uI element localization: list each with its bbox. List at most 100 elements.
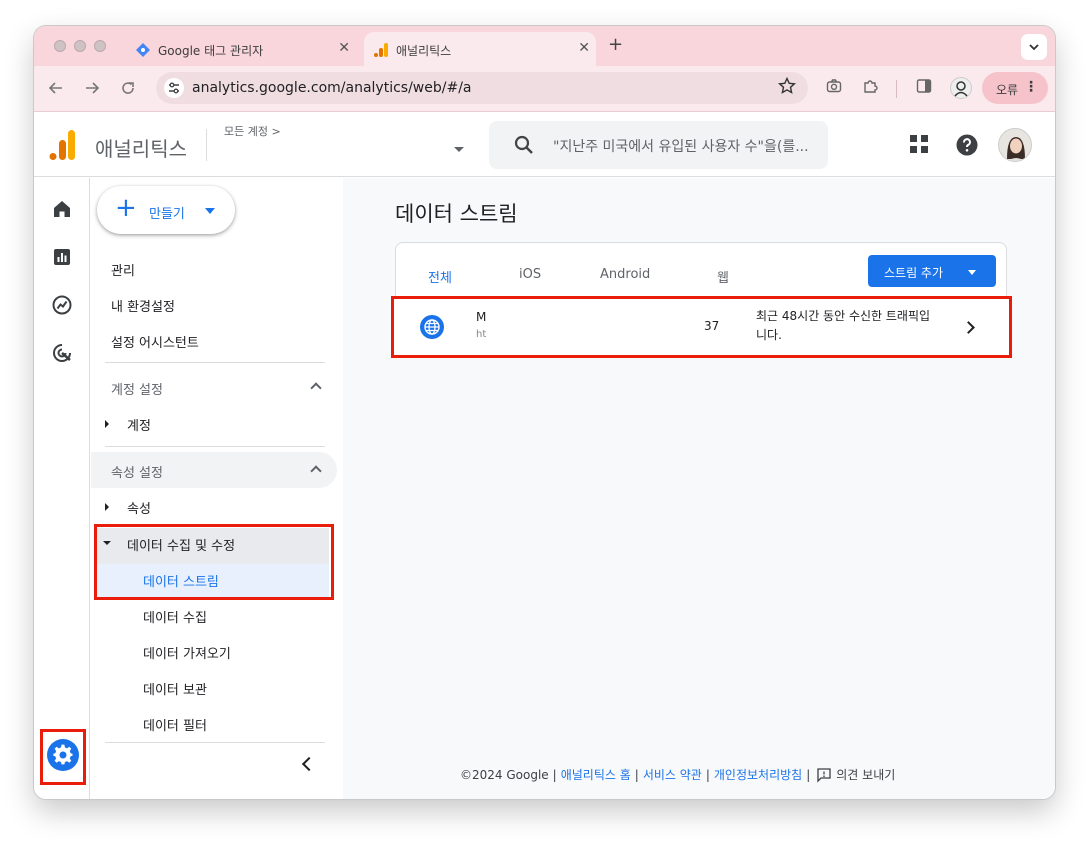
main-content: 데이터 스트림 전체 iOS Android 웹 스트림 추가 M ht 37 … [343,178,1055,799]
stream-status: 최근 48시간 동안 수신한 트래픽입니다. [756,309,931,342]
stream-row[interactable]: M ht 37 최근 48시간 동안 수신한 트래픽입니다. [391,296,1012,358]
nav-admin[interactable]: 관리 [111,260,135,279]
admin-navigation: + 만들기 관리 내 환경설정 설정 어시스턴트 계정 설정 계정 속성 설정 … [91,178,343,799]
address-bar[interactable]: analytics.google.com/analytics/web/#/a [156,72,808,104]
close-tab-icon[interactable]: ✕ [578,40,590,56]
tab-android[interactable]: Android [600,267,650,282]
error-label: 오류 [996,83,1019,97]
plus-icon: + [115,193,137,223]
page-footer: ©2024 Google | 애널리틱스 홈 | 서비스 약관 | 개인정보처리… [460,766,896,783]
nav-setup-assistant[interactable]: 설정 어시스턴트 [111,332,199,351]
nav-data-import[interactable]: 데이터 가져오기 [143,643,231,662]
tab-ios[interactable]: iOS [519,267,541,282]
web-globe-icon [420,315,444,339]
url-text: analytics.google.com/analytics/web/#/a [192,80,472,96]
error-button[interactable]: 오류 ⋮ [982,72,1048,104]
toolbar-divider [896,80,897,98]
ga-header: 애널리틱스 모든 계정 > "지난주 미국에서 유입된 사용자 수"을(를... [34,113,1055,177]
camera-icon[interactable] [826,78,842,94]
tab-all[interactable]: 전체 [428,267,452,286]
search-icon [514,135,533,154]
minimize-window-button[interactable] [74,40,86,52]
left-rail [34,178,90,799]
search-placeholder: "지난주 미국에서 유입된 사용자 수"을(를... [553,139,809,155]
account-breadcrumb[interactable]: 모든 계정 > [224,123,281,139]
expand-arrow-icon[interactable] [105,420,109,428]
advertising-icon[interactable] [51,342,73,364]
side-panel-icon[interactable] [916,78,932,94]
gear-icon [53,744,73,765]
nav-divider [105,446,325,447]
collapse-nav-chevron-icon[interactable] [301,756,317,772]
reload-icon[interactable] [120,80,136,96]
zoom-window-button[interactable] [94,40,106,52]
filter-tabs: 전체 iOS Android 웹 스트림 추가 [396,243,1006,299]
nav-divider [105,362,325,363]
close-tab-icon[interactable]: ✕ [338,40,350,56]
account-dropdown-icon[interactable] [454,147,464,152]
tab-strip: Google 태그 관리자 ✕ 애널리틱스 ✕ + [34,26,1055,66]
reports-icon[interactable] [51,246,73,268]
add-stream-label: 스트림 추가 [884,266,944,280]
footer-link-terms[interactable]: 서비스 약관 [643,766,702,783]
nav-data-retention[interactable]: 데이터 보관 [143,679,207,698]
apps-grid-icon[interactable] [908,133,930,155]
create-button[interactable]: + 만들기 [97,186,235,234]
site-info-icon[interactable] [164,78,184,98]
nav-data-filters[interactable]: 데이터 필터 [143,715,207,734]
browser-window: Google 태그 관리자 ✕ 애널리틱스 ✕ + analytics.goog… [34,26,1055,799]
section-property-settings[interactable]: 속성 설정 [111,462,163,481]
feedback-icon[interactable] [816,767,832,783]
chevron-down-icon [1029,44,1039,51]
create-label: 만들기 [149,207,185,222]
nav-highlight-box [94,524,334,600]
nav-account[interactable]: 계정 [127,415,151,434]
admin-button[interactable] [47,739,79,771]
explore-icon[interactable] [51,294,73,316]
stream-url: ht [476,329,487,340]
tab-analytics[interactable]: 애널리틱스 ✕ [364,32,596,66]
new-tab-button[interactable]: + [608,34,623,55]
footer-feedback[interactable]: 의견 보내기 [836,766,895,783]
expand-arrow-icon[interactable] [105,503,109,511]
forward-icon[interactable] [84,80,100,96]
stream-name: M [476,310,487,324]
tag-manager-icon [136,43,150,57]
browser-toolbar: analytics.google.com/analytics/web/#/a 오… [34,66,1055,112]
analytics-icon [374,43,388,57]
tab-title: 애널리틱스 [396,44,452,58]
product-name[interactable]: 애널리틱스 [95,133,187,162]
nav-divider [105,742,325,743]
search-input[interactable]: "지난주 미국에서 유입된 사용자 수"을(를... [489,121,828,169]
extensions-icon[interactable] [862,78,878,94]
page-title: 데이터 스트림 [395,202,518,226]
tab-search-button[interactable] [1021,34,1047,60]
close-window-button[interactable] [54,40,66,52]
footer-link-analytics-home[interactable]: 애널리틱스 홈 [561,766,631,783]
chevron-up-icon[interactable] [310,382,322,394]
chevron-right-icon[interactable] [962,321,975,334]
nav-my-preferences[interactable]: 내 환경설정 [111,296,175,315]
footer-link-privacy[interactable]: 개인정보처리방침 [714,766,802,783]
tab-web[interactable]: 웹 [717,267,729,286]
more-vert-icon: ⋮ [1024,79,1038,95]
tab-title: Google 태그 관리자 [158,44,264,58]
admin-highlight-box [40,729,86,785]
analytics-logo-icon [49,130,75,160]
home-icon[interactable] [51,198,73,220]
caret-down-icon [968,270,976,275]
stream-id: 37 [704,319,720,333]
profile-avatar[interactable] [950,77,972,99]
caret-down-icon [205,208,215,214]
header-divider [206,129,207,161]
bookmark-star-icon[interactable] [778,77,796,95]
section-account-settings[interactable]: 계정 설정 [111,379,163,398]
nav-data-collection[interactable]: 데이터 수집 [143,607,207,626]
help-icon[interactable] [955,133,979,157]
nav-property[interactable]: 속성 [127,498,151,517]
back-icon[interactable] [48,80,64,96]
footer-copyright: ©2024 Google [460,767,549,782]
tab-tag-manager[interactable]: Google 태그 관리자 ✕ [126,32,356,66]
account-avatar[interactable] [998,128,1032,162]
add-stream-button[interactable]: 스트림 추가 [868,255,996,287]
